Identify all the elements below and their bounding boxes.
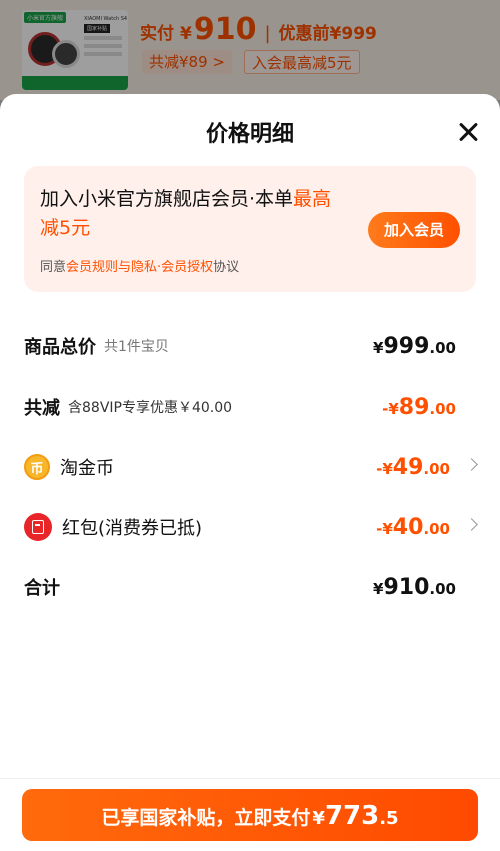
member-promo-main: 加入小米官方旗舰店会员·本单 (40, 188, 294, 210)
chevron-right-icon (465, 518, 478, 531)
hongbao-int: 40 (392, 514, 424, 540)
row-sum: 合计 ¥910.00 (24, 567, 476, 607)
total-price-amount: ¥999.00 (373, 334, 456, 359)
total-int: 999 (383, 333, 430, 359)
price-detail-sheet: 价格明细 加入小米官方旗舰店会员·本单最高减5元 加入会员 同意会员规则与隐私·… (0, 94, 500, 851)
item-count: 共1件宝贝 (104, 339, 169, 355)
row-taojinbi[interactable]: 币 淘金币 -¥ 49.00 (24, 447, 478, 487)
footer-divider (0, 778, 500, 779)
member-promo-card: 加入小米官方旗舰店会员·本单最高减5元 加入会员 同意会员规则与隐私·会员授权协… (24, 166, 476, 292)
coin-icon: 币 (24, 454, 50, 480)
pay-now-button[interactable]: 已享国家补贴，立即支付 ¥ 773 .5 (22, 789, 478, 841)
discount-int: 89 (398, 394, 430, 420)
agree-suffix: 协议 (213, 260, 240, 275)
sum-label: 合计 (24, 578, 60, 599)
hongbao-dec: .00 (423, 519, 450, 538)
row-discount: 共减 含88VIP专享优惠￥40.00 -¥ 89.00 (24, 387, 476, 427)
pay-button-int: 773 (324, 801, 380, 831)
vip-discount-note: 含88VIP专享优惠￥40.00 (68, 400, 233, 416)
discount-amount: -¥ 89.00 (382, 395, 456, 420)
sum-yen: ¥ (373, 579, 384, 598)
agree-prefix: 同意 (40, 260, 67, 275)
member-agreement: 同意会员规则与隐私·会员授权协议 (40, 256, 239, 275)
hongbao-label: 红包(消费券已抵) (62, 518, 203, 539)
taojinbi-amount: -¥ 49.00 (376, 455, 450, 480)
hongbao-yen: -¥ (376, 519, 393, 538)
pay-button-yen: ¥ (312, 808, 325, 829)
hongbao-amount: -¥ 40.00 (376, 515, 450, 540)
modal-overlay[interactable] (0, 0, 500, 100)
sheet-title: 价格明细 (205, 122, 294, 147)
pay-button-dec: .5 (379, 808, 399, 829)
discount-dec: .00 (429, 399, 456, 418)
red-envelope-icon (24, 513, 52, 541)
total-price-label: 商品总价 (24, 337, 96, 358)
row-total-price: 商品总价 共1件宝贝 ¥999.00 (24, 326, 476, 366)
total-yen: ¥ (373, 338, 384, 357)
taojinbi-label: 淘金币 (60, 458, 114, 479)
member-rules-link[interactable]: 会员规则与隐私·会员授权 (66, 260, 213, 275)
pay-button-text: 已享国家补贴，立即支付 (101, 807, 311, 829)
discount-yen: -¥ (382, 399, 399, 418)
member-promo-text: 加入小米官方旗舰店会员·本单最高减5元 (40, 185, 340, 243)
close-icon[interactable] (456, 120, 480, 144)
chevron-right-icon (465, 458, 478, 471)
coin-dec: .00 (423, 459, 450, 478)
coin-int: 49 (392, 454, 424, 480)
total-dec: .00 (429, 338, 456, 357)
join-member-button[interactable]: 加入会员 (368, 212, 460, 248)
sum-amount: ¥910.00 (373, 575, 456, 600)
sum-dec: .00 (429, 579, 456, 598)
discount-label: 共减 (24, 398, 60, 419)
row-hongbao[interactable]: 红包(消费券已抵) -¥ 40.00 (24, 507, 478, 547)
coin-yen: -¥ (376, 459, 393, 478)
sum-int: 910 (383, 574, 430, 600)
